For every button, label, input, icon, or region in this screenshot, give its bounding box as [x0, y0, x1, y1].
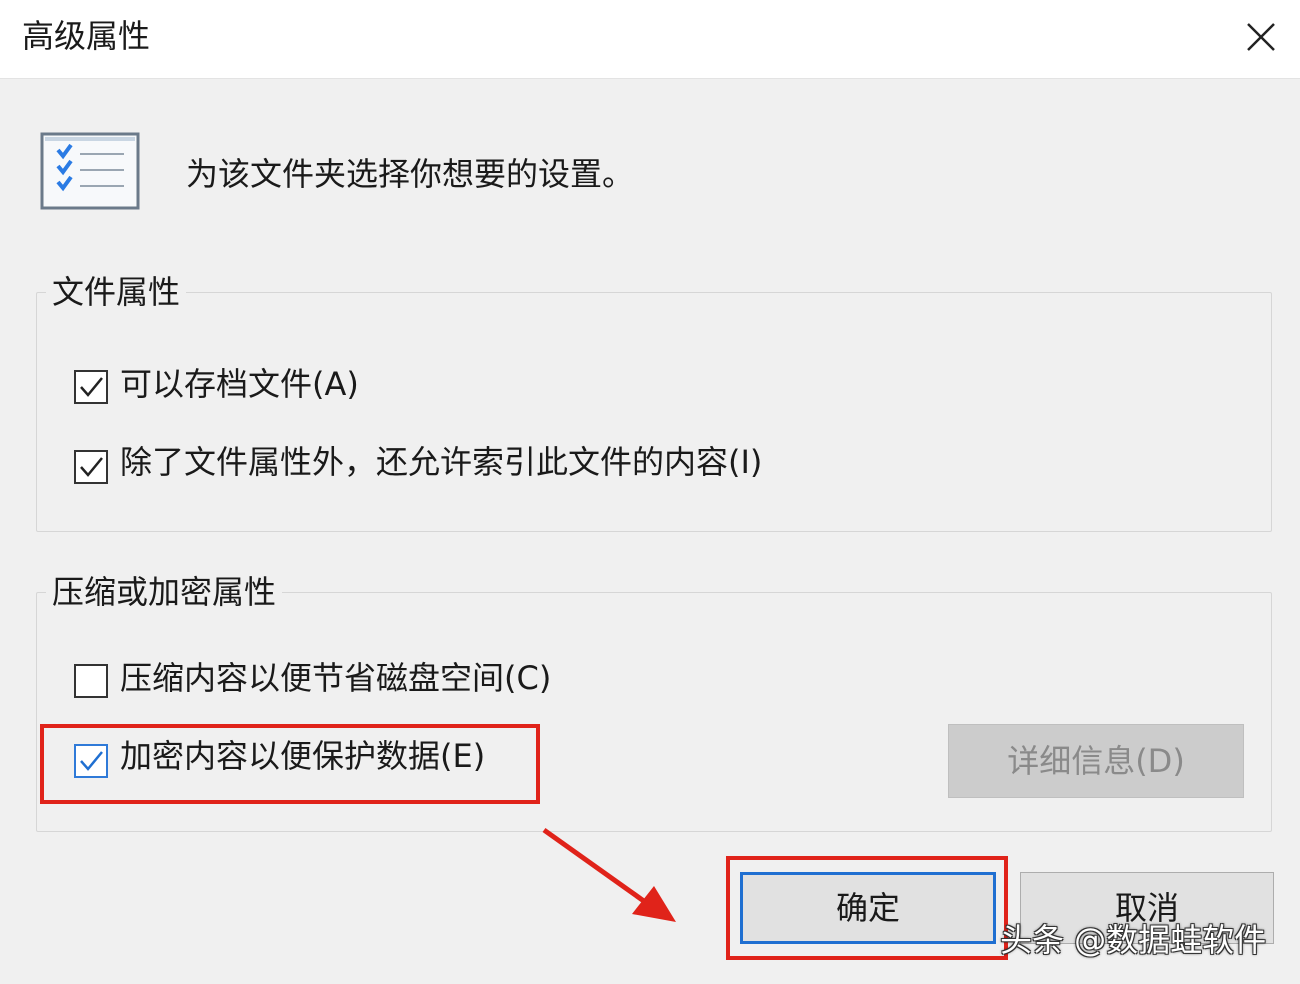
file-attributes-title: 文件属性: [46, 270, 187, 314]
close-icon[interactable]: [1236, 12, 1286, 62]
archive-checkbox[interactable]: [74, 370, 108, 404]
intro-text: 为该文件夹选择你想要的设置。: [186, 155, 635, 193]
red-arrow-icon: [540, 826, 680, 926]
details-button[interactable]: 详细信息(D): [948, 724, 1244, 798]
archive-label[interactable]: 可以存档文件(A): [120, 362, 359, 406]
compress-encrypt-title: 压缩或加密属性: [46, 570, 283, 614]
encrypt-highlight-box: [40, 724, 540, 804]
title-bar: 高级属性: [0, 0, 1300, 79]
watermark-text: 头条 @数据蛙软件: [1000, 921, 1267, 959]
compress-label[interactable]: 压缩内容以便节省磁盘空间(C): [120, 656, 551, 700]
settings-checklist-icon: [40, 132, 140, 212]
compress-checkbox[interactable]: [74, 664, 108, 698]
index-label[interactable]: 除了文件属性外，还允许索引此文件的内容(I): [120, 440, 762, 484]
ok-highlight-box: [726, 856, 1008, 960]
index-checkbox[interactable]: [74, 450, 108, 484]
window-title: 高级属性: [22, 17, 151, 55]
file-attributes-group: [36, 292, 1272, 532]
